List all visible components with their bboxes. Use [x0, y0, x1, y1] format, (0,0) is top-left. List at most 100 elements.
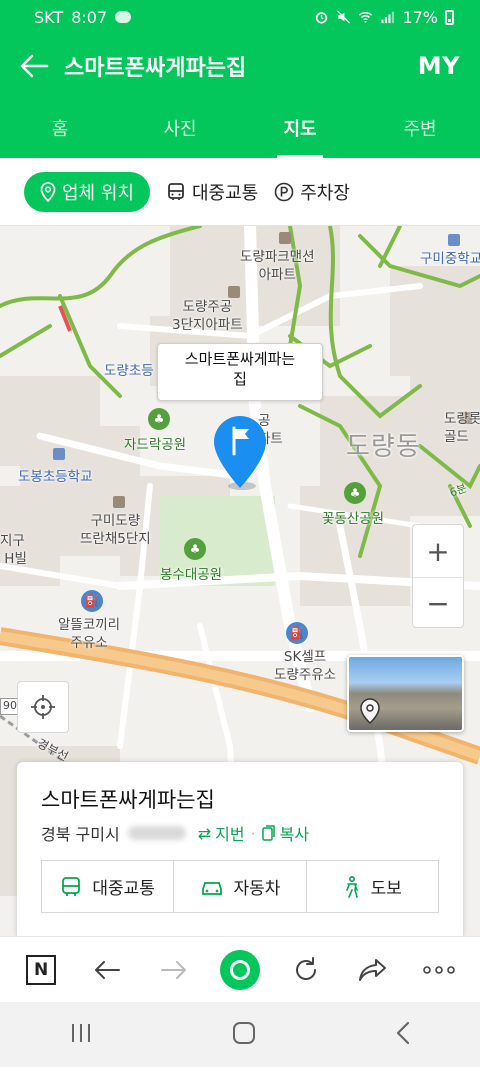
status-bar: SKT 8:07 17% [0, 0, 480, 34]
naver-home-button[interactable]: N [21, 950, 61, 990]
map-label-apt2: 도량주공 3단지아파트 [172, 299, 243, 334]
my-location-button[interactable] [17, 681, 69, 733]
map-label-kkotdongsan-park: 꽃동산공원 [322, 511, 385, 527]
back-button[interactable] [18, 50, 50, 82]
mute-icon [337, 10, 351, 24]
park-marker: ♣ [148, 408, 170, 430]
crosshair-icon [31, 695, 55, 719]
car-icon [201, 881, 222, 895]
apartment-marker [279, 232, 291, 244]
chip-transit[interactable]: 대중교통 [166, 172, 258, 212]
school-marker [53, 448, 65, 460]
jibeon-label: 지번 [215, 825, 245, 844]
map-label-tteuranchae: 구미도량 뜨란채5단지 [80, 513, 151, 548]
route-transit-button[interactable]: 대중교통 [42, 861, 173, 912]
copy-address-button[interactable]: 복사 [261, 821, 309, 845]
home-button[interactable] [232, 1021, 256, 1049]
location-pin-icon [40, 181, 56, 202]
more-button[interactable] [419, 950, 459, 990]
share-button[interactable] [353, 950, 393, 990]
refresh-button[interactable] [286, 950, 326, 990]
browser-toolbar: N [0, 936, 480, 1002]
tab-photos[interactable]: 사진 [120, 98, 240, 158]
zoom-in-button[interactable]: + [413, 525, 463, 577]
tab-map[interactable]: 지도 [240, 98, 360, 158]
browser-back-button[interactable] [87, 950, 127, 990]
system-nav-bar [0, 1002, 480, 1067]
chip-parking[interactable]: 주차장 [274, 172, 350, 212]
map-filter-chips: 업체 위치 대중교통 주차장 [0, 158, 480, 226]
walk-icon [345, 875, 358, 898]
green-dot-icon [219, 949, 260, 990]
home-icon [232, 1021, 255, 1044]
map-label-jigu: 지구 H빌 [0, 533, 27, 568]
green-dot-button[interactable] [219, 949, 260, 990]
signal-icon [381, 11, 395, 24]
recent-apps-icon [72, 1023, 91, 1042]
talk-notification-icon [115, 11, 132, 23]
map-label-doryang-elementary: 도량초등 [104, 363, 154, 379]
my-button[interactable]: MY [418, 52, 460, 80]
chip-label: 대중교통 [191, 182, 259, 204]
school-marker [448, 234, 460, 246]
route-car-button[interactable]: 자동차 [173, 861, 305, 912]
map-label-middle-school: 구미중학교 [420, 251, 480, 267]
map-label-doryang-dong: 도량동 [346, 432, 421, 462]
transit-icon [62, 876, 81, 896]
gas-station-marker: ⛽ [286, 622, 308, 644]
chip-business-location[interactable]: 업체 위치 [24, 171, 150, 212]
parking-icon [274, 182, 294, 201]
place-name: 스마트폰싸게파는집 [41, 788, 215, 812]
back-arrow-icon [95, 960, 121, 979]
place-address: 경북 구미시 [41, 825, 120, 844]
tab-bar: 홈 사진 지도 주변 [0, 98, 480, 158]
system-back-button[interactable] [395, 1021, 411, 1049]
gas-station-marker: ⛽ [81, 590, 103, 612]
map-label-jadeurak-park: 자드락공원 [124, 437, 187, 453]
wifi-icon [359, 12, 373, 23]
route-walk-label: 도보 [370, 879, 402, 899]
apartment-marker [228, 286, 240, 298]
route-transit-label: 대중교통 [92, 879, 155, 899]
system-back-icon [396, 1021, 409, 1044]
map-label-albeul-gas: 알뜰코끼리 주유소 [58, 617, 121, 652]
tab-home[interactable]: 홈 [0, 98, 120, 158]
route-walk-button[interactable]: 도보 [305, 861, 438, 912]
place-pin-icon[interactable] [210, 412, 270, 492]
map-label-sk-gas: SK셀프 도량주유소 [274, 649, 337, 684]
more-icon [423, 965, 455, 974]
map-label-bongsudae-park: 봉수대공원 [160, 567, 223, 583]
carrier: SKT [34, 7, 64, 27]
street-view-thumbnail[interactable] [347, 655, 464, 732]
map-label-lotte: 도량롯데 골드 [444, 411, 480, 446]
map-label-apt1: 도량파크맨션 아파트 [240, 249, 315, 284]
zoom-out-button[interactable]: − [413, 577, 463, 629]
jibeon-toggle[interactable]: ⇄ 지번 [198, 821, 245, 845]
share-icon [358, 958, 386, 981]
tab-nearby[interactable]: 주변 [360, 98, 480, 158]
clock: 8:07 [71, 7, 108, 27]
back-arrow-icon [20, 54, 49, 78]
route-car-label: 자동차 [233, 879, 281, 899]
battery-icon [445, 9, 454, 25]
place-info-card: 스마트폰싸게파는집 경북 구미시 ⇄ 지번 · 복사 대중교통 자동차 도보 [17, 762, 463, 940]
address-redacted [127, 826, 186, 840]
park-marker: ♣ [344, 482, 366, 504]
swap-icon: ⇄ [197, 823, 212, 843]
alarm-icon [316, 12, 328, 24]
naver-logo-icon: N [26, 954, 57, 985]
place-address-row: 경북 구미시 ⇄ 지번 · 복사 [41, 821, 309, 845]
app-header: 스마트폰싸게파는집 MY [0, 34, 480, 98]
map-label-dobong-elementary: 도봉초등학교 [18, 469, 93, 485]
recent-apps-button[interactable] [69, 1022, 93, 1048]
chip-label: 업체 위치 [62, 182, 134, 204]
place-callout[interactable]: 스마트폰싸게파는 집 [157, 343, 323, 401]
forward-arrow-icon [160, 960, 186, 979]
park-marker: ♣ [184, 538, 206, 560]
zoom-controls: + − [412, 524, 464, 628]
separator-dot: · [250, 823, 256, 843]
browser-forward-button[interactable] [154, 950, 194, 990]
copy-icon [261, 825, 275, 841]
battery-percent: 17% [402, 7, 438, 27]
chip-label: 주차장 [300, 182, 350, 204]
